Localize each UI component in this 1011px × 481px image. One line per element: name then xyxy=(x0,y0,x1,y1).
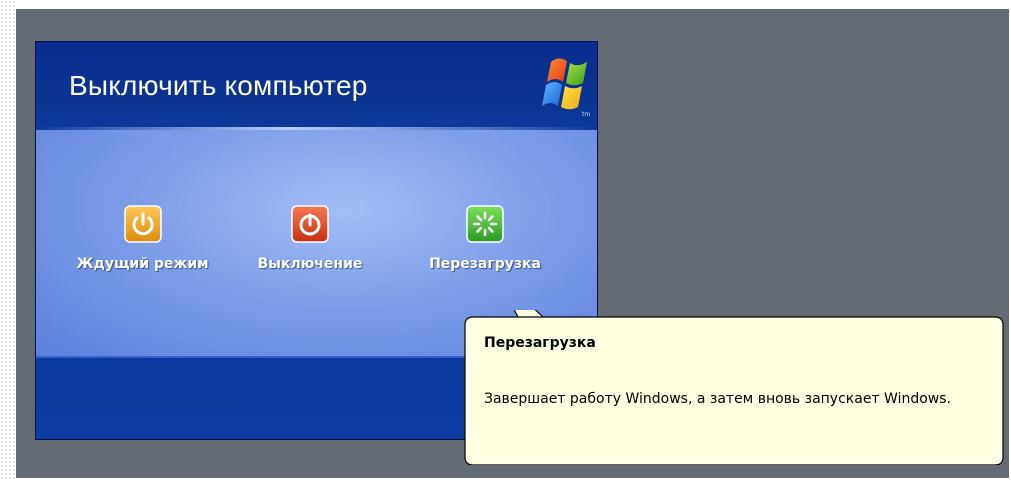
dialog-header: Выключить компьютер tm xyxy=(36,42,597,130)
svg-text:tm: tm xyxy=(582,111,590,118)
shutdown-label: Выключение xyxy=(257,256,363,272)
restart-tooltip: Перезагрузка Завершает работу Windows, а… xyxy=(463,310,1004,465)
shutdown-power-icon[interactable] xyxy=(291,205,329,243)
tooltip-text: Завершает работу Windows, а затем вновь … xyxy=(484,391,951,407)
dialog-title: Выключить компьютер xyxy=(69,70,368,101)
restart-icon[interactable] xyxy=(466,205,504,243)
restart-option[interactable]: Перезагрузка xyxy=(399,205,571,272)
standby-option[interactable]: Ждущий режим xyxy=(65,205,220,272)
dotted-margin xyxy=(0,0,16,481)
standby-label: Ждущий режим xyxy=(76,256,209,272)
tooltip-balloon xyxy=(464,310,1004,465)
windows-xp-flag-icon: tm xyxy=(542,58,590,118)
tooltip-title: Перезагрузка xyxy=(484,335,596,351)
restart-label: Перезагрузка xyxy=(429,256,541,272)
shutdown-option[interactable]: Выключение xyxy=(230,205,390,272)
standby-power-icon[interactable] xyxy=(123,205,162,243)
